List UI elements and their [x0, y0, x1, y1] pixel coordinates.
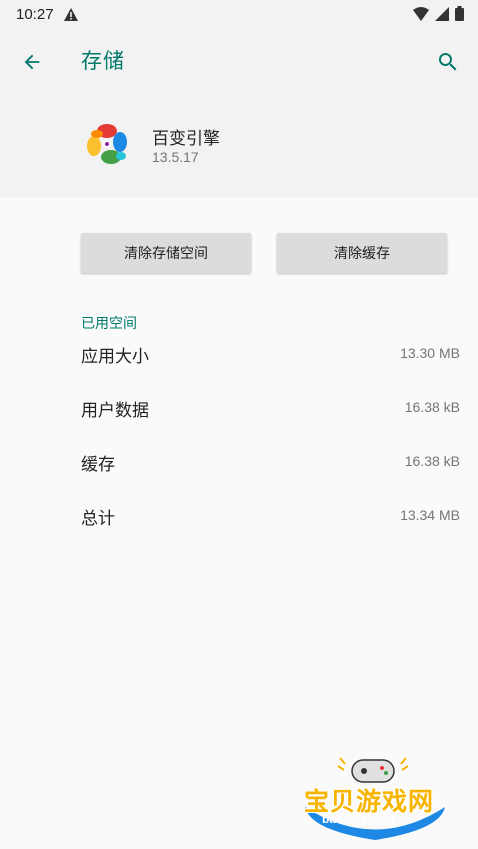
search-button[interactable]	[430, 44, 466, 80]
warning-icon	[63, 7, 78, 21]
clear-storage-button[interactable]: 清除存储空间	[81, 233, 251, 273]
status-bar: 10:27	[0, 0, 478, 28]
watermark-logo: 宝贝游戏网 baobeiy.com	[300, 752, 450, 842]
storage-row-app-size: 应用大小 13.30 MB	[81, 342, 460, 372]
status-time: 10:27	[16, 5, 54, 23]
arrow-back-icon	[24, 54, 40, 70]
app-version: 13.5.17	[152, 149, 199, 165]
page-title: 存储	[81, 49, 125, 73]
back-button[interactable]	[14, 44, 50, 80]
search-icon	[439, 53, 457, 71]
row-label: 总计	[81, 509, 115, 529]
row-value: 13.34 MB	[400, 507, 460, 523]
app-name: 百变引擎	[152, 129, 220, 149]
row-value: 16.38 kB	[404, 453, 460, 469]
row-label: 缓存	[81, 455, 115, 475]
wifi-icon	[413, 6, 429, 25]
clear-cache-button[interactable]: 清除缓存	[277, 233, 447, 273]
section-title-space-used: 已用空间	[81, 316, 137, 332]
row-value: 16.38 kB	[404, 399, 460, 415]
row-value: 13.30 MB	[400, 345, 460, 361]
app-icon	[83, 120, 131, 168]
row-label: 应用大小	[81, 347, 149, 367]
storage-row-cache: 缓存 16.38 kB	[81, 450, 460, 480]
watermark-url: baobeiy.com	[322, 812, 395, 826]
storage-row-total: 总计 13.34 MB	[81, 504, 460, 534]
row-label: 用户数据	[81, 401, 149, 421]
storage-row-user-data: 用户数据 16.38 kB	[81, 396, 460, 426]
app-header: 存储 百变引擎 13.5.17	[0, 28, 478, 198]
battery-icon	[455, 6, 464, 25]
signal-icon	[435, 6, 449, 25]
status-icons	[413, 6, 464, 25]
